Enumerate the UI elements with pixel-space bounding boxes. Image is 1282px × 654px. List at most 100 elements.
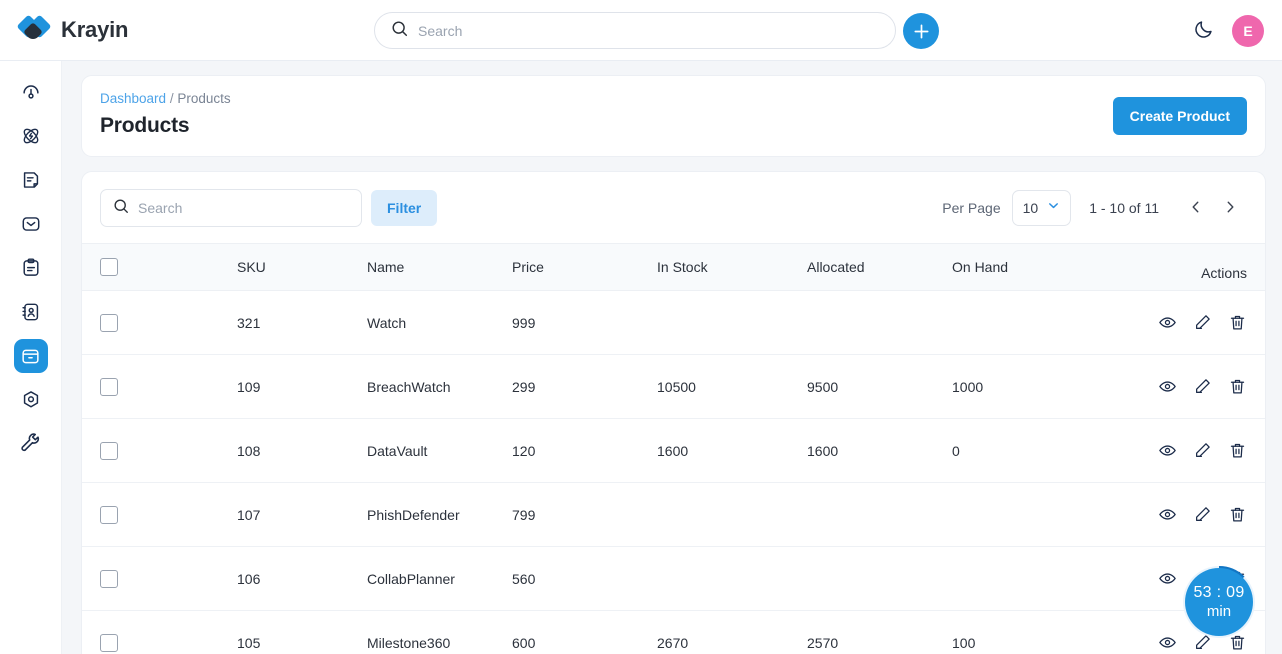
table-row[interactable]: 107 PhishDefender 799 [82,482,1265,547]
search-icon [113,198,129,219]
sidebar-item-settings[interactable] [14,383,48,417]
row-select-cell [82,546,237,611]
cell-name: CollabPlanner [367,546,512,611]
edit-icon[interactable] [1193,377,1212,396]
edit-icon[interactable] [1193,313,1212,332]
view-icon[interactable] [1158,377,1177,396]
theme-toggle-button[interactable] [1193,19,1214,43]
header-on-hand[interactable]: On Hand [952,243,1152,291]
row-checkbox[interactable] [100,441,118,460]
sidebar-item-contacts[interactable] [14,295,48,329]
breadcrumb-dashboard-link[interactable]: Dashboard [100,91,166,106]
row-checkbox[interactable] [100,313,118,332]
edit-icon[interactable] [1193,505,1212,524]
breadcrumb-current: Products [177,91,231,106]
sidebar-item-leads[interactable] [14,163,48,197]
chevron-down-icon [1047,199,1060,217]
row-checkbox[interactable] [100,505,118,524]
cell-name: Watch [367,290,512,355]
view-icon[interactable] [1158,313,1177,332]
mail-icon [20,213,42,235]
global-search-input[interactable] [418,22,879,39]
global-search[interactable] [374,12,896,49]
row-select-cell [82,354,237,419]
cell-allocated [807,546,952,611]
cell-price: 600 [512,610,657,654]
table-row[interactable]: 109 BreachWatch 299 10500 9500 1000 [82,354,1265,419]
table-header: SKU Name Price In Stock Allocated On Han… [82,243,1265,291]
select-all-checkbox[interactable] [100,258,118,276]
filter-button[interactable]: Filter [371,190,438,226]
per-page-value: 10 [1022,200,1039,216]
view-icon[interactable] [1158,441,1177,460]
table-row[interactable]: 105 Milestone360 600 2670 2570 100 [82,610,1265,654]
cell-allocated: 2570 [807,610,952,654]
cell-in-stock: 1600 [657,418,807,483]
sidebar-item-dashboard[interactable] [14,75,48,109]
cell-actions [1152,482,1265,547]
view-icon[interactable] [1158,633,1177,652]
sidebar-item-activities[interactable] [14,119,48,153]
sidebar-item-products[interactable] [13,339,48,373]
header-sku[interactable]: SKU [237,243,367,291]
cell-in-stock: 10500 [657,354,807,419]
table-row[interactable]: 108 DataVault 120 1600 1600 0 [82,418,1265,483]
products-table-panel: Filter Per Page 10 1 - 10 of 11 [81,171,1266,654]
cell-on-hand [952,290,1152,355]
sidebar-item-quotes[interactable] [14,251,48,285]
cell-price: 120 [512,418,657,483]
page-title: Products [100,114,190,137]
cell-sku: 105 [237,610,367,654]
settings-hexagon-icon [20,389,42,411]
cell-on-hand [952,546,1152,611]
products-table: SKU Name Price In Stock Allocated On Han… [82,243,1265,654]
search-icon [391,20,408,42]
edit-icon[interactable] [1193,441,1212,460]
cell-allocated: 9500 [807,354,952,419]
cell-name: PhishDefender [367,482,512,547]
header-allocated[interactable]: Allocated [807,243,952,291]
header-name[interactable]: Name [367,243,512,291]
header-in-stock[interactable]: In Stock [657,243,807,291]
row-checkbox[interactable] [100,633,118,652]
timer-unit: min [1206,602,1232,620]
delete-icon[interactable] [1228,441,1247,460]
table-row[interactable]: 106 CollabPlanner 560 [82,546,1265,611]
pagination-next-button[interactable] [1213,196,1247,221]
table-search-input[interactable] [138,200,349,216]
row-checkbox[interactable] [100,377,118,396]
table-row[interactable]: 321 Watch 999 [82,290,1265,355]
cell-actions [1152,418,1265,483]
delete-icon[interactable] [1228,505,1247,524]
delete-icon[interactable] [1228,313,1247,332]
cell-name: BreachWatch [367,354,512,419]
table-search[interactable] [100,189,362,227]
header-right-actions: E [1193,0,1264,61]
cell-on-hand: 100 [952,610,1152,654]
view-icon[interactable] [1158,505,1177,524]
cell-price: 999 [512,290,657,355]
sidebar-item-mail[interactable] [14,207,48,241]
cell-sku: 108 [237,418,367,483]
timer-face[interactable]: 53 : 09 min [1185,568,1253,636]
per-page-select[interactable]: 10 [1011,190,1072,226]
top-header: Krayin Search E [0,0,1282,61]
cell-actions [1152,354,1265,419]
brand-logo[interactable]: Krayin [0,14,300,43]
header-price[interactable]: Price [512,243,657,291]
row-checkbox[interactable] [100,569,118,588]
sidebar-item-configuration[interactable] [14,427,48,461]
row-select-cell [82,610,237,654]
pagination-prev-button[interactable] [1179,196,1213,221]
session-timer-widget[interactable]: 53 : 09 min [1179,562,1259,642]
avatar[interactable]: E [1232,14,1264,47]
pagination: Per Page 10 1 - 10 of 11 [942,190,1247,226]
cell-allocated [807,290,952,355]
table-header-row: SKU Name Price In Stock Allocated On Han… [82,243,1265,291]
quick-add-button[interactable] [903,13,939,49]
page-header-panel: Dashboard / Products Products Create Pro… [81,75,1266,157]
view-icon[interactable] [1158,569,1177,588]
create-product-button[interactable]: Create Product [1112,97,1247,135]
delete-icon[interactable] [1228,377,1247,396]
clipboard-icon [20,257,42,279]
